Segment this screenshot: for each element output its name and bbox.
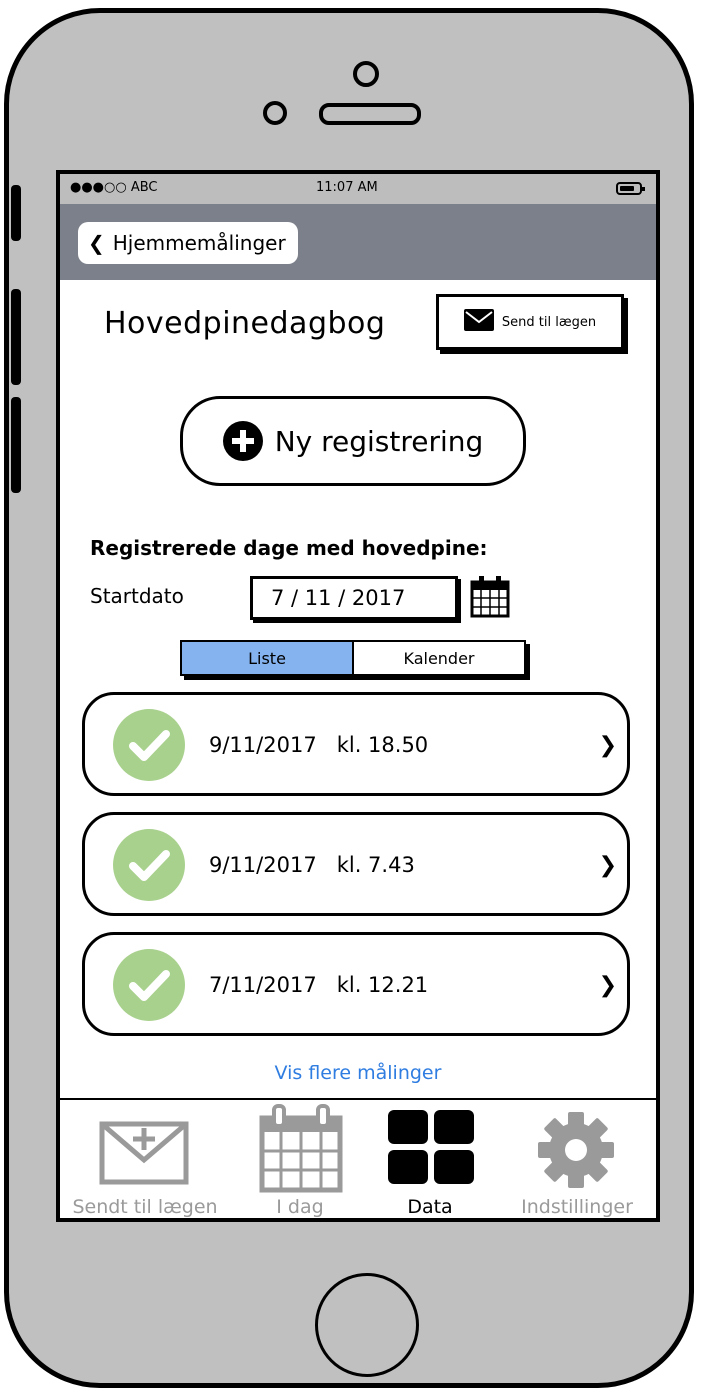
list-item[interactable]: 9/11/2017 kl. 18.50 ❯: [82, 692, 630, 796]
checkmark-icon: [113, 709, 185, 781]
registration-datetime: 7/11/2017 kl. 12.21: [209, 973, 429, 997]
carrier-signal: ●●●○○ ABC: [70, 180, 158, 195]
registration-datetime: 9/11/2017 kl. 18.50: [209, 733, 429, 757]
checkmark-icon: [113, 949, 185, 1021]
registration-datetime: 9/11/2017 kl. 7.43: [209, 853, 415, 877]
segment-list[interactable]: Liste: [182, 642, 354, 674]
volume-down-button: [11, 397, 21, 493]
start-date-input[interactable]: [250, 576, 458, 620]
segment-calendar[interactable]: Kalender: [354, 642, 524, 674]
new-registration-label: Ny registrering: [274, 424, 484, 458]
envelope-plus-icon: [99, 1121, 189, 1185]
proximity-sensor: [263, 101, 287, 125]
tab-bar: Sendt til lægen I dag Data Indstillinger: [60, 1098, 656, 1218]
navigation-bar: ❮ Hjemmemålinger: [60, 204, 656, 280]
chevron-left-icon: ❮: [88, 231, 105, 255]
tab-label: Sendt til lægen: [72, 1196, 218, 1218]
back-button[interactable]: ❮ Hjemmemålinger: [78, 222, 298, 264]
chevron-right-icon: ❯: [598, 733, 617, 758]
mute-switch: [11, 185, 21, 241]
status-time: 11:07 AM: [316, 180, 378, 195]
start-date-label: Startdato: [90, 584, 184, 608]
calendar-icon: [259, 1104, 343, 1193]
front-camera: [353, 61, 379, 87]
back-button-label: Hjemmemålinger: [112, 231, 286, 255]
tab-label: Data: [407, 1196, 453, 1218]
earpiece-speaker: [319, 103, 421, 125]
tab-settings[interactable]: Indstillinger: [490, 1100, 656, 1218]
list-item[interactable]: 9/11/2017 kl. 7.43 ❯: [82, 812, 630, 916]
list-item[interactable]: 7/11/2017 kl. 12.21 ❯: [82, 932, 630, 1036]
section-heading: Registrerede dage med hovedpine:: [90, 536, 488, 560]
tab-label: Indstillinger: [521, 1196, 633, 1218]
registration-list: 9/11/2017 kl. 18.50 ❯ 9/11/2017 kl. 7.43…: [82, 692, 630, 1052]
new-registration-button[interactable]: Ny registrering: [180, 396, 526, 486]
chevron-right-icon: ❯: [598, 853, 617, 878]
gear-icon: [538, 1112, 614, 1188]
view-segmented-control: Liste Kalender: [180, 640, 526, 676]
calendar-picker-icon[interactable]: [470, 574, 510, 622]
page-title: Hovedpinedagbog: [104, 306, 386, 341]
envelope-icon: [463, 309, 494, 335]
tab-sent-to-doctor[interactable]: Sendt til lægen: [60, 1100, 230, 1218]
checkmark-icon: [113, 829, 185, 901]
plus-circle-icon: [222, 421, 263, 461]
volume-up-button: [11, 289, 21, 385]
send-to-doctor-button[interactable]: Send til lægen: [436, 294, 624, 350]
grid-icon: [388, 1110, 474, 1184]
status-bar: ●●●○○ ABC 11:07 AM: [60, 174, 656, 204]
show-more-link[interactable]: Vis flere målinger: [60, 1062, 656, 1084]
tab-today[interactable]: I dag: [230, 1100, 370, 1218]
battery-icon: [616, 182, 645, 195]
tab-data[interactable]: Data: [370, 1100, 490, 1218]
home-button[interactable]: [315, 1273, 419, 1377]
tab-label: I dag: [276, 1196, 324, 1218]
chevron-right-icon: ❯: [598, 973, 617, 998]
send-to-doctor-label: Send til lægen: [501, 314, 597, 330]
screen: ●●●○○ ABC 11:07 AM ❮ Hjemmemålinger Hove…: [56, 170, 660, 1222]
